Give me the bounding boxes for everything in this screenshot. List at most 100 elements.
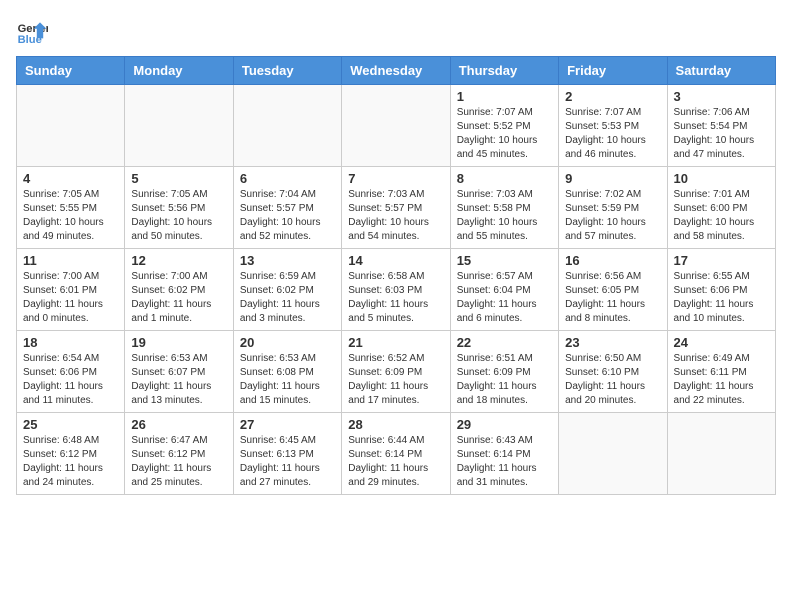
day-number: 12 — [131, 253, 226, 268]
day-number: 18 — [23, 335, 118, 350]
day-number: 3 — [674, 89, 769, 104]
day-info: Sunrise: 7:07 AMSunset: 5:52 PMDaylight:… — [457, 106, 552, 162]
day-info: Sunrise: 6:51 AMSunset: 6:09 PMDaylight:… — [457, 352, 552, 408]
day-info: Sunrise: 7:01 AMSunset: 6:00 PMDaylight:… — [674, 188, 769, 244]
calendar-cell: 20Sunrise: 6:53 AMSunset: 6:08 PMDayligh… — [233, 331, 341, 413]
day-info: Sunrise: 6:58 AMSunset: 6:03 PMDaylight:… — [348, 270, 443, 326]
calendar-week-5: 25 Sunrise: 6:48 AMSunset: 6:12 PMDayligh… — [17, 413, 776, 495]
calendar-cell — [559, 413, 667, 495]
calendar-cell: 12 Sunrise: 7:00 AMSunset: 6:02 PMDayligh… — [125, 249, 233, 331]
page-header: General Blue — [16, 16, 776, 48]
day-info: Sunrise: 7:00 AMSunset: 6:02 PMDaylight:… — [131, 270, 226, 326]
day-number: 6 — [240, 171, 335, 186]
day-number: 29 — [457, 417, 552, 432]
day-info: Sunrise: 7:03 AMSunset: 5:58 PMDaylight:… — [457, 188, 552, 244]
weekday-header-monday: Monday — [125, 57, 233, 85]
calendar-cell: 27 Sunrise: 6:45 AMSunset: 6:13 PMDayligh… — [233, 413, 341, 495]
calendar-cell: 18 Sunrise: 6:54 AMSunset: 6:06 PMDayligh… — [17, 331, 125, 413]
day-info: Sunrise: 7:05 AMSunset: 5:55 PMDaylight:… — [23, 188, 118, 244]
day-number: 26 — [131, 417, 226, 432]
calendar-cell: 9 Sunrise: 7:02 AMSunset: 5:59 PMDaylight… — [559, 167, 667, 249]
day-info: Sunrise: 6:52 AMSunset: 6:09 PMDaylight:… — [348, 352, 443, 408]
day-info: Sunrise: 6:44 AMSunset: 6:14 PMDaylight:… — [348, 434, 443, 490]
day-number: 17 — [674, 253, 769, 268]
day-info: Sunrise: 7:02 AMSunset: 5:59 PMDaylight:… — [565, 188, 660, 244]
day-info: Sunrise: 6:59 AMSunset: 6:02 PMDaylight:… — [240, 270, 335, 326]
day-info: Sunrise: 7:05 AMSunset: 5:56 PMDaylight:… — [131, 188, 226, 244]
calendar-cell: 23Sunrise: 6:50 AMSunset: 6:10 PMDayligh… — [559, 331, 667, 413]
day-info: Sunrise: 7:03 AMSunset: 5:57 PMDaylight:… — [348, 188, 443, 244]
day-number: 10 — [674, 171, 769, 186]
calendar-cell: 10 Sunrise: 7:01 AMSunset: 6:00 PMDayligh… — [667, 167, 775, 249]
calendar-cell: 28 Sunrise: 6:44 AMSunset: 6:14 PMDayligh… — [342, 413, 450, 495]
day-info: Sunrise: 6:48 AMSunset: 6:12 PMDaylight:… — [23, 434, 118, 490]
calendar-cell — [667, 413, 775, 495]
day-info: Sunrise: 7:00 AMSunset: 6:01 PMDaylight:… — [23, 270, 118, 326]
calendar-cell: 22 Sunrise: 6:51 AMSunset: 6:09 PMDayligh… — [450, 331, 558, 413]
weekday-header-thursday: Thursday — [450, 57, 558, 85]
calendar-cell: 25 Sunrise: 6:48 AMSunset: 6:12 PMDayligh… — [17, 413, 125, 495]
calendar-cell: 8 Sunrise: 7:03 AMSunset: 5:58 PMDaylight… — [450, 167, 558, 249]
calendar-cell — [125, 85, 233, 167]
calendar-cell: 16 Sunrise: 6:56 AMSunset: 6:05 PMDayligh… — [559, 249, 667, 331]
calendar-table: SundayMondayTuesdayWednesdayThursdayFrid… — [16, 56, 776, 495]
day-number: 19 — [131, 335, 226, 350]
calendar-cell: 7 Sunrise: 7:03 AMSunset: 5:57 PMDaylight… — [342, 167, 450, 249]
svg-text:General: General — [18, 23, 48, 35]
day-number: 7 — [348, 171, 443, 186]
calendar-cell: 6 Sunrise: 7:04 AMSunset: 5:57 PMDaylight… — [233, 167, 341, 249]
day-info: Sunrise: 7:06 AMSunset: 5:54 PMDaylight:… — [674, 106, 769, 162]
day-number: 23 — [565, 335, 660, 350]
day-number: 27 — [240, 417, 335, 432]
day-number: 13 — [240, 253, 335, 268]
weekday-header-wednesday: Wednesday — [342, 57, 450, 85]
logo: General Blue — [16, 16, 48, 48]
day-number: 28 — [348, 417, 443, 432]
calendar-week-3: 11 Sunrise: 7:00 AMSunset: 6:01 PMDayligh… — [17, 249, 776, 331]
weekday-header-tuesday: Tuesday — [233, 57, 341, 85]
calendar-cell — [233, 85, 341, 167]
day-number: 21 — [348, 335, 443, 350]
calendar-week-2: 4 Sunrise: 7:05 AMSunset: 5:55 PMDaylight… — [17, 167, 776, 249]
day-number: 25 — [23, 417, 118, 432]
day-info: Sunrise: 6:53 AMSunset: 6:07 PMDaylight:… — [131, 352, 226, 408]
day-number: 16 — [565, 253, 660, 268]
day-number: 11 — [23, 253, 118, 268]
calendar-cell — [342, 85, 450, 167]
weekday-header-saturday: Saturday — [667, 57, 775, 85]
day-number: 4 — [23, 171, 118, 186]
day-number: 8 — [457, 171, 552, 186]
calendar-cell: 17Sunrise: 6:55 AMSunset: 6:06 PMDayligh… — [667, 249, 775, 331]
day-info: Sunrise: 6:56 AMSunset: 6:05 PMDaylight:… — [565, 270, 660, 326]
calendar-week-1: 1 Sunrise: 7:07 AMSunset: 5:52 PMDaylight… — [17, 85, 776, 167]
calendar-cell: 13 Sunrise: 6:59 AMSunset: 6:02 PMDayligh… — [233, 249, 341, 331]
day-number: 20 — [240, 335, 335, 350]
calendar-cell: 1 Sunrise: 7:07 AMSunset: 5:52 PMDaylight… — [450, 85, 558, 167]
calendar-cell: 2Sunrise: 7:07 AMSunset: 5:53 PMDaylight… — [559, 85, 667, 167]
weekday-header-sunday: Sunday — [17, 57, 125, 85]
day-number: 15 — [457, 253, 552, 268]
day-number: 1 — [457, 89, 552, 104]
calendar-cell: 14Sunrise: 6:58 AMSunset: 6:03 PMDayligh… — [342, 249, 450, 331]
day-info: Sunrise: 6:43 AMSunset: 6:14 PMDaylight:… — [457, 434, 552, 490]
calendar-header-row: SundayMondayTuesdayWednesdayThursdayFrid… — [17, 57, 776, 85]
day-info: Sunrise: 6:47 AMSunset: 6:12 PMDaylight:… — [131, 434, 226, 490]
calendar-week-4: 18 Sunrise: 6:54 AMSunset: 6:06 PMDayligh… — [17, 331, 776, 413]
calendar-cell: 24 Sunrise: 6:49 AMSunset: 6:11 PMDayligh… — [667, 331, 775, 413]
weekday-header-friday: Friday — [559, 57, 667, 85]
day-info: Sunrise: 6:54 AMSunset: 6:06 PMDaylight:… — [23, 352, 118, 408]
day-info: Sunrise: 7:04 AMSunset: 5:57 PMDaylight:… — [240, 188, 335, 244]
calendar-cell: 19 Sunrise: 6:53 AMSunset: 6:07 PMDayligh… — [125, 331, 233, 413]
calendar-cell: 3 Sunrise: 7:06 AMSunset: 5:54 PMDaylight… — [667, 85, 775, 167]
day-number: 22 — [457, 335, 552, 350]
calendar-cell: 26 Sunrise: 6:47 AMSunset: 6:12 PMDayligh… — [125, 413, 233, 495]
day-number: 24 — [674, 335, 769, 350]
calendar-cell — [17, 85, 125, 167]
day-number: 5 — [131, 171, 226, 186]
day-number: 9 — [565, 171, 660, 186]
day-info: Sunrise: 6:57 AMSunset: 6:04 PMDaylight:… — [457, 270, 552, 326]
calendar-cell: 11 Sunrise: 7:00 AMSunset: 6:01 PMDayligh… — [17, 249, 125, 331]
calendar-cell: 29 Sunrise: 6:43 AMSunset: 6:14 PMDayligh… — [450, 413, 558, 495]
day-info: Sunrise: 6:45 AMSunset: 6:13 PMDaylight:… — [240, 434, 335, 490]
day-info: Sunrise: 6:49 AMSunset: 6:11 PMDaylight:… — [674, 352, 769, 408]
